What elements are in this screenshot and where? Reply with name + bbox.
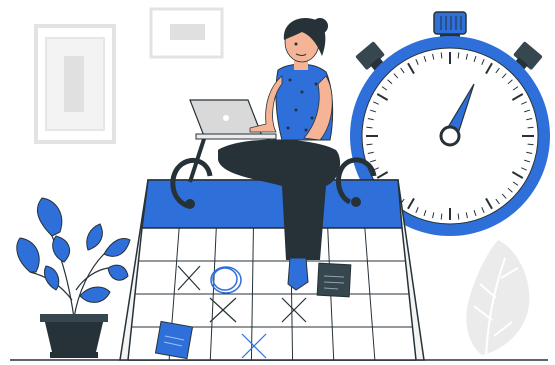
wall-frame-top — [149, 7, 224, 59]
stopwatch-tick — [366, 126, 373, 129]
potted-plant-icon — [16, 197, 131, 358]
stopwatch-tick — [527, 126, 534, 129]
illustration-scene — [0, 0, 555, 365]
sticky-note-dark — [316, 262, 352, 298]
time-management-illustration — [10, 7, 550, 361]
stopwatch-tick — [457, 213, 460, 220]
background-leaf — [466, 240, 530, 357]
stopwatch-tick — [527, 143, 534, 146]
stopwatch-tick — [366, 143, 373, 146]
calendar-icon — [119, 157, 425, 361]
sticky-note-blue — [154, 320, 194, 360]
stopwatch-tick — [440, 52, 443, 59]
stopwatch-tick — [457, 52, 460, 59]
wall-frame-left — [34, 24, 116, 144]
stopwatch-tick — [440, 213, 443, 220]
